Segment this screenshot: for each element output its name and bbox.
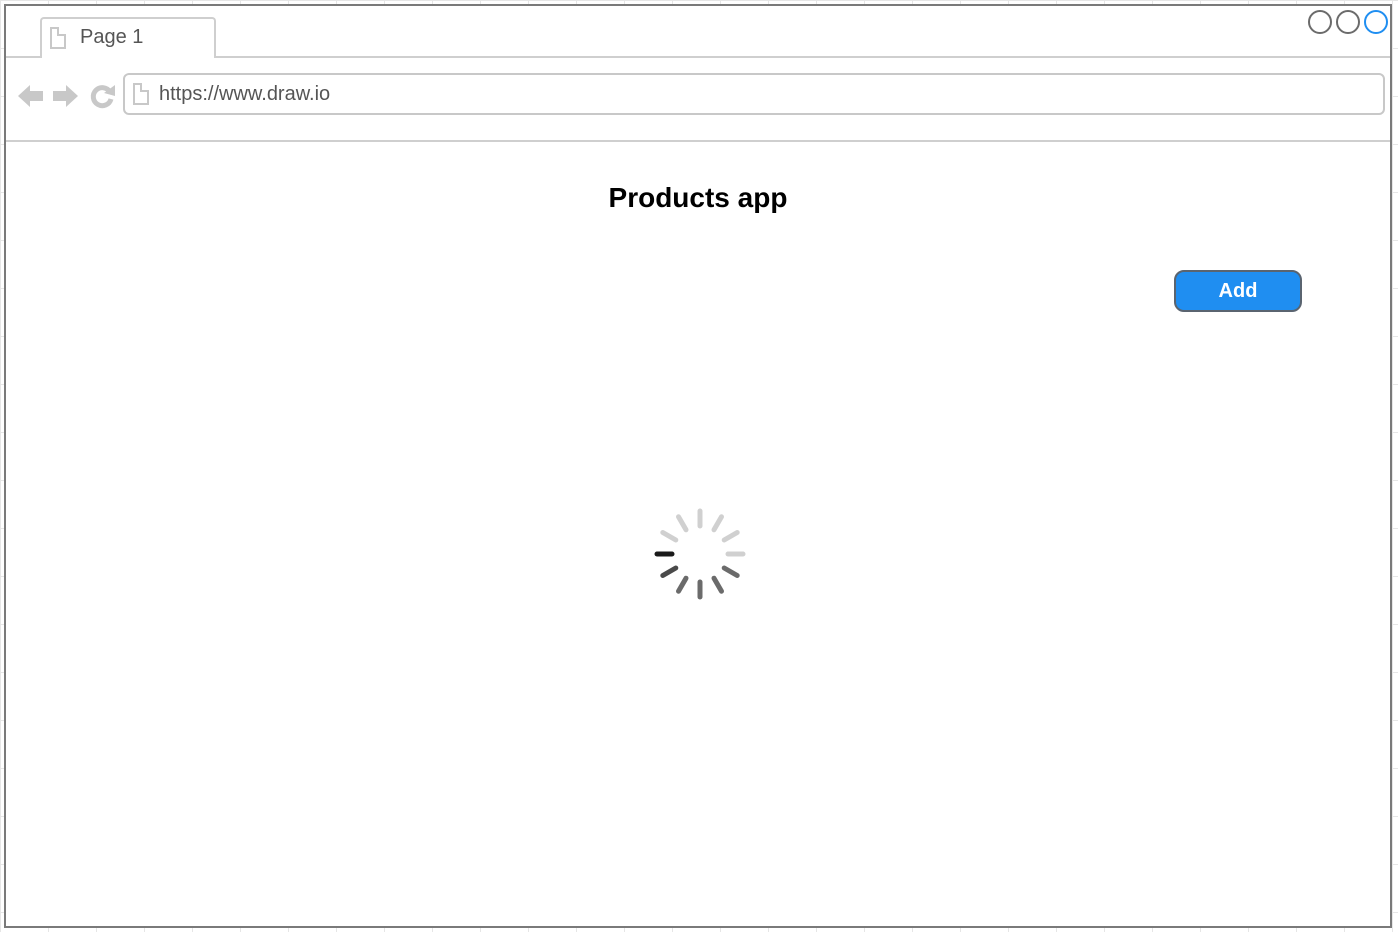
- maximize-button[interactable]: [1336, 10, 1360, 34]
- url-text[interactable]: https://www.draw.io: [159, 83, 330, 106]
- tab-label: Page 1: [80, 26, 144, 48]
- minimize-button[interactable]: [1308, 10, 1332, 34]
- add-button[interactable]: Add: [1174, 270, 1302, 312]
- page-icon: [133, 83, 149, 105]
- arrow-left-icon[interactable]: [16, 82, 44, 110]
- browser-window: Page 1 https://www.draw.io Products app …: [4, 4, 1392, 928]
- page-title: Products app: [608, 182, 788, 213]
- reload-icon[interactable]: [88, 82, 116, 110]
- tab-bar: Page 1: [6, 6, 1390, 60]
- close-button[interactable]: [1364, 10, 1388, 34]
- arrow-right-icon[interactable]: [52, 82, 80, 110]
- address-bar[interactable]: https://www.draw.io: [123, 73, 1385, 115]
- navigation-bar: https://www.draw.io: [6, 58, 1390, 142]
- page-icon: [50, 26, 66, 49]
- window-controls: [1308, 10, 1388, 34]
- loading-spinner-icon: [654, 508, 746, 600]
- tab-page-1[interactable]: Page 1: [40, 17, 216, 60]
